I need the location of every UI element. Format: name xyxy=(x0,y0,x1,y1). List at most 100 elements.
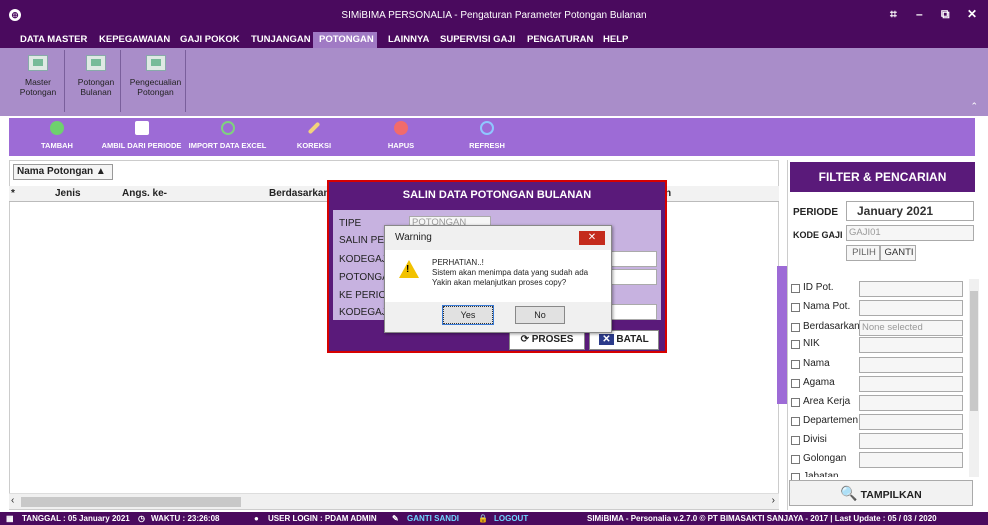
select-area-kerja[interactable] xyxy=(859,395,963,411)
close-icon[interactable]: ✕ xyxy=(579,231,605,245)
label-potongan: POTONGA xyxy=(339,272,389,283)
collapse-ribbon-icon[interactable]: ⌃ xyxy=(970,101,978,112)
dialog-title: SALIN DATA POTONGAN BULANAN xyxy=(402,189,592,201)
master-potongan-icon xyxy=(28,55,48,71)
status-version: SIMiBIMA - Personalia v.2.7.0 © PT BIMAS… xyxy=(587,514,937,523)
menu-potongan[interactable]: POTONGAN xyxy=(313,32,377,48)
hapus-button[interactable]: HAPUS xyxy=(381,121,421,150)
import-label: IMPORT DATA EXCEL xyxy=(188,141,267,150)
filter-header: FILTER & PENCARIAN xyxy=(790,162,975,192)
warning-line: Yakin akan melanjutkan proses copy? xyxy=(432,278,567,287)
warning-title: Warning xyxy=(395,232,432,243)
splitter-handle[interactable] xyxy=(777,266,787,404)
checkbox-agama[interactable] xyxy=(791,379,800,388)
menu-kepegawaian[interactable]: KEPEGAWAIAN xyxy=(93,32,176,48)
input-nik[interactable] xyxy=(859,337,963,353)
tambah-button[interactable]: TAMBAH xyxy=(37,121,77,150)
ambil-dari-periode-button[interactable]: AMBIL DARI PERIODE xyxy=(99,121,184,150)
menu-help[interactable]: HELP xyxy=(597,32,634,48)
restore-icon[interactable]: ⌗ xyxy=(890,7,897,22)
ganti-sandi-link[interactable]: GANTI SANDI xyxy=(407,512,459,525)
checkbox-nama[interactable] xyxy=(791,360,800,369)
label-kodegaji-tujuan: KODEGAJ xyxy=(339,307,387,318)
pengecualian-potongan-button[interactable]: Pengecualian Potongan xyxy=(126,50,186,112)
checkbox-nama-pot[interactable] xyxy=(791,303,800,312)
input-nama[interactable] xyxy=(859,357,963,373)
refresh-button[interactable]: REFRESH xyxy=(467,121,507,150)
group-by-chip[interactable]: Nama Potongan ▲ xyxy=(13,164,113,180)
ribbon-label: Potongan xyxy=(19,87,57,97)
menu-gaji-pokok[interactable]: GAJI POKOK xyxy=(174,32,246,48)
warning-body: ! PERHATIAN..! Sistem akan menimpa data … xyxy=(385,250,611,302)
checkbox-departemen[interactable] xyxy=(791,417,800,426)
potongan-bulanan-button[interactable]: Potongan Bulanan xyxy=(72,50,121,112)
batal-button[interactable]: ✕ BATAL xyxy=(589,330,659,350)
minimize-button[interactable]: – xyxy=(916,7,923,21)
input-id-pot[interactable] xyxy=(859,281,963,297)
toolbar: TAMBAH AMBIL DARI PERIODE IMPORT DATA EX… xyxy=(9,118,975,156)
koreksi-button[interactable]: KOREKSI xyxy=(294,121,334,150)
ganti-button[interactable]: GANTI xyxy=(880,245,916,261)
refresh-icon xyxy=(480,121,494,135)
calendar-icon: ▦ xyxy=(6,514,14,523)
yes-button[interactable]: Yes xyxy=(442,305,494,325)
menu-supervisi-gaji[interactable]: SUPERVISI GAJI xyxy=(434,32,521,48)
scroll-right-icon[interactable]: › xyxy=(772,495,775,506)
label-kodegaji: KODEGAJI xyxy=(339,254,390,265)
status-tanggal: TANGGAL : 05 January 2021 xyxy=(22,514,130,523)
menu-data-master[interactable]: DATA MASTER xyxy=(14,32,93,48)
scroll-left-icon[interactable]: ‹ xyxy=(11,495,14,506)
master-potongan-button[interactable]: Master Potongan xyxy=(12,50,65,112)
periode-field[interactable]: January 2021 xyxy=(846,201,974,221)
clock-icon: ◷ xyxy=(138,514,145,523)
label-nama-pot: Nama Pot. xyxy=(803,301,851,312)
ribbon-label: Pengecualian xyxy=(129,77,182,87)
logout-link[interactable]: LOGOUT xyxy=(494,512,528,525)
add-icon xyxy=(50,121,64,135)
filter-scrollbar[interactable] xyxy=(969,279,979,477)
kode-gaji-label: KODE GAJI xyxy=(793,230,843,240)
ribbon-label: Potongan xyxy=(137,87,174,97)
horizontal-scrollbar[interactable]: ‹ › xyxy=(9,493,779,509)
checkbox-id-pot[interactable] xyxy=(791,284,800,293)
menu-tunjangan[interactable]: TUNJANGAN xyxy=(245,32,317,48)
col-berdasarkan[interactable]: Berdasarkan xyxy=(269,188,330,199)
refresh-label: REFRESH xyxy=(469,141,505,150)
status-waktu: WAKTU : 23:26:08 xyxy=(151,514,220,523)
proses-button[interactable]: ⟳ PROSES xyxy=(509,330,585,350)
input-nama-pot[interactable] xyxy=(859,300,963,316)
kode-gaji-select[interactable]: GAJI01 xyxy=(846,225,974,241)
col-jenis[interactable]: Jenis xyxy=(55,188,81,199)
potongan-bulanan-icon xyxy=(86,55,106,71)
select-golongan[interactable] xyxy=(859,452,963,468)
menu-pengaturan[interactable]: PENGATURAN xyxy=(521,32,599,48)
col-angs[interactable]: Angs. ke- xyxy=(122,188,167,199)
label-departemen: Departemen xyxy=(803,415,859,426)
filter-scroll-thumb[interactable] xyxy=(970,291,978,411)
pilih-button[interactable]: PILIH xyxy=(846,245,880,261)
menu-lainnya[interactable]: LAINNYA xyxy=(382,32,435,48)
select-agama[interactable] xyxy=(859,376,963,392)
checkbox-divisi[interactable] xyxy=(791,436,800,445)
select-berdasarkan[interactable]: None selected xyxy=(859,320,963,336)
status-bar: ▦ TANGGAL : 05 January 2021 ◷ WAKTU : 23… xyxy=(0,512,988,525)
label-area-kerja: Area Kerja xyxy=(803,396,851,407)
select-departemen[interactable] xyxy=(859,414,963,430)
label-jabatan: Jabatan xyxy=(803,471,839,477)
scroll-thumb[interactable] xyxy=(21,497,241,507)
checkbox-berdasarkan[interactable] xyxy=(791,323,800,332)
checkbox-area-kerja[interactable] xyxy=(791,398,800,407)
exclamation-icon: ! xyxy=(406,264,410,275)
close-button[interactable]: ✕ xyxy=(967,7,977,21)
checkbox-nik[interactable] xyxy=(791,340,800,349)
checkbox-golongan[interactable] xyxy=(791,455,800,464)
koreksi-label: KOREKSI xyxy=(296,141,332,150)
tampilkan-button[interactable]: 🔍 TAMPILKAN xyxy=(789,480,973,506)
no-button[interactable]: No xyxy=(515,306,565,324)
import-excel-button[interactable]: IMPORT DATA EXCEL xyxy=(185,121,270,150)
maximize-button[interactable]: ⧉ xyxy=(941,7,950,22)
label-nik: NIK xyxy=(803,338,820,349)
delete-icon xyxy=(394,121,408,135)
select-divisi[interactable] xyxy=(859,433,963,449)
label-nama: Nama xyxy=(803,358,830,369)
